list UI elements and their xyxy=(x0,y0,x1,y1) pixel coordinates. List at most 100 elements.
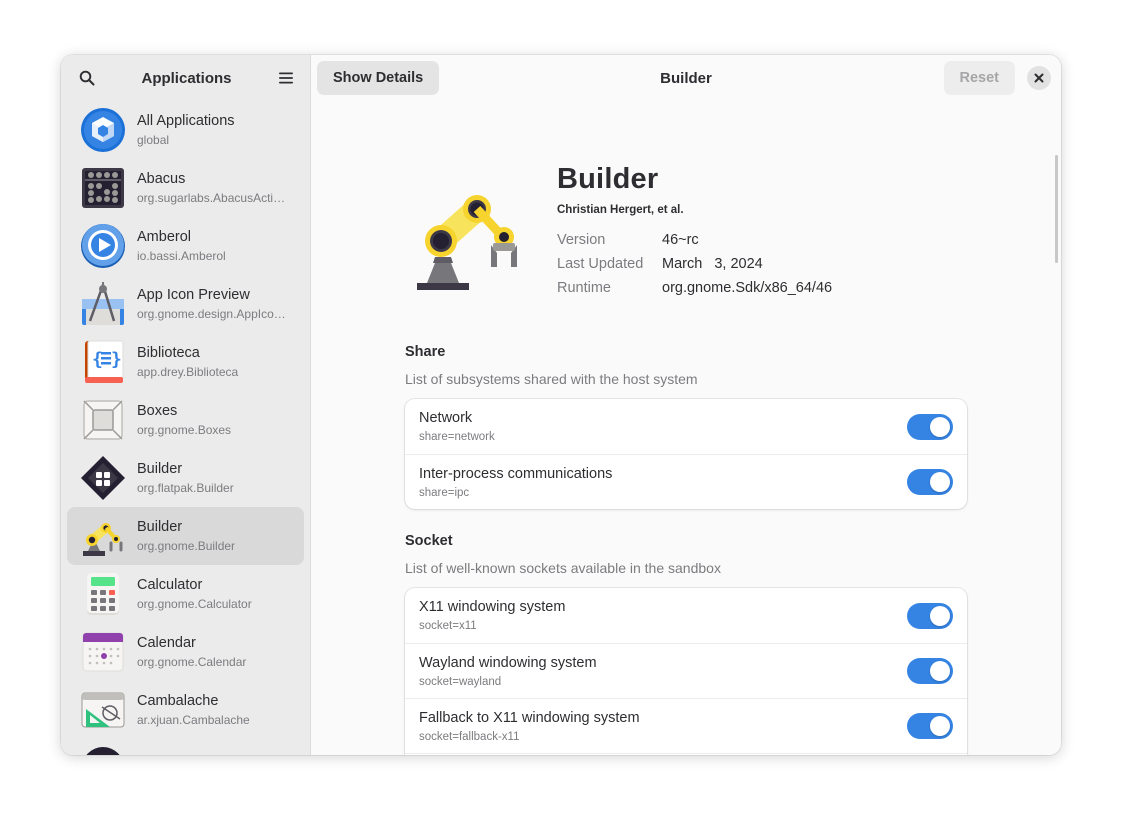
close-icon xyxy=(1034,73,1044,83)
network-toggle[interactable] xyxy=(907,413,953,440)
flatpak-builder-icon xyxy=(79,454,127,502)
amberol-icon xyxy=(79,222,127,270)
app-id: org.gnome.Boxes xyxy=(137,423,232,437)
metadata-value: 46~rc xyxy=(662,232,699,248)
app-row-calculator[interactable]: Calculator org.gnome.Calculator xyxy=(67,565,304,623)
gnome-builder-large-icon xyxy=(405,179,525,299)
sidebar-header: Applications xyxy=(61,55,310,101)
section-description: List of subsystems shared with the host … xyxy=(405,371,698,387)
app-row-gnome-builder[interactable]: Builder org.gnome.Builder xyxy=(67,507,304,565)
app-metadata: Version 46~rc Last Updated March 3, 2024… xyxy=(557,228,832,300)
app-summary: Builder Christian Hergert, et al. Versio… xyxy=(405,163,832,300)
section-title: Share xyxy=(405,344,446,360)
app-name: Abacus xyxy=(137,171,186,187)
ipc-toggle[interactable] xyxy=(907,469,953,495)
socket-section: Socket List of well-known sockets availa… xyxy=(405,533,967,755)
app-icon-preview-icon xyxy=(79,280,127,328)
app-window: Applications All Applications global Aba… xyxy=(61,55,1061,755)
row-subtitle: socket=wayland xyxy=(419,675,502,688)
main-pane: Show Details Builder Reset Builder Chris… xyxy=(311,55,1061,755)
app-row-amberol[interactable]: Amberol io.bassi.Amberol xyxy=(67,217,304,275)
main-menu-button[interactable] xyxy=(274,66,298,90)
app-name: Biblioteca xyxy=(137,345,200,361)
search-button[interactable] xyxy=(75,66,99,90)
app-name: Calendar xyxy=(137,635,196,651)
close-button[interactable] xyxy=(1027,66,1051,90)
section-title: Socket xyxy=(405,533,453,549)
row-title: X11 windowing system xyxy=(419,599,566,615)
app-row-partial[interactable] xyxy=(67,739,304,755)
app-id: app.drey.Biblioteca xyxy=(137,365,239,379)
permission-row-ipc: Inter-process communications share=ipc xyxy=(405,454,967,509)
app-name: Builder xyxy=(137,519,183,535)
app-id: org.gnome.Calendar xyxy=(137,655,247,669)
app-row-cambalache[interactable]: Cambalache ar.xjuan.Cambalache xyxy=(67,681,304,739)
sidebar: Applications All Applications global Aba… xyxy=(61,55,311,755)
app-row-boxes[interactable]: Boxes org.gnome.Boxes xyxy=(67,391,304,449)
app-id: org.gnome.Calculator xyxy=(137,597,252,611)
app-name: Cambalache xyxy=(137,693,219,709)
app-row-all-applications[interactable]: All Applications global xyxy=(67,101,304,159)
application-list: All Applications global Abacus org.sugar… xyxy=(61,101,310,755)
permission-row-fallback-x11: Fallback to X11 windowing system socket=… xyxy=(405,698,967,753)
app-name: Calculator xyxy=(137,577,203,593)
row-subtitle: share=ipc xyxy=(419,486,470,499)
app-row-abacus[interactable]: Abacus org.sugarlabs.AbacusActi… xyxy=(67,159,304,217)
row-title: Wayland windowing system xyxy=(419,654,597,671)
row-title: Network xyxy=(419,410,473,426)
metadata-value: org.gnome.Sdk/x86_64/46 xyxy=(662,280,833,296)
app-id: org.gnome.Builder xyxy=(137,539,236,553)
search-icon xyxy=(79,70,95,86)
app-id: org.gnome.design.AppIco… xyxy=(137,307,286,321)
app-row-biblioteca[interactable]: { } Biblioteca app.drey.Biblioteca xyxy=(67,333,304,391)
all-applications-icon xyxy=(79,106,127,154)
permission-row-wayland: Wayland windowing system socket=wayland xyxy=(405,643,967,698)
app-id: io.bassi.Amberol xyxy=(137,249,226,263)
row-subtitle: socket=fallback-x11 xyxy=(419,730,520,743)
scrollbar[interactable] xyxy=(1055,155,1058,263)
show-details-button[interactable]: Show Details xyxy=(317,61,440,95)
row-subtitle: socket=x11 xyxy=(419,620,477,632)
details-content[interactable]: Builder Christian Hergert, et al. Versio… xyxy=(311,101,1061,755)
permission-row-network: Network share=network xyxy=(405,399,967,454)
app-name: All Applications xyxy=(137,113,235,129)
wayland-toggle[interactable] xyxy=(907,658,953,684)
metadata-row: Runtime org.gnome.Sdk/x86_64/46 xyxy=(557,276,832,300)
app-id: org.sugarlabs.AbacusActi… xyxy=(137,191,286,205)
share-section: Share List of subsystems shared with the… xyxy=(405,344,967,509)
x11-toggle[interactable] xyxy=(907,602,953,629)
app-name: Amberol xyxy=(137,229,191,245)
app-title: Builder xyxy=(557,163,659,195)
app-developer: Christian Hergert, et al. xyxy=(557,204,684,216)
app-id: global xyxy=(137,133,170,147)
partial-app-icon xyxy=(79,744,127,755)
share-list: Network share=network Inter-process comm… xyxy=(405,399,967,509)
reset-button[interactable]: Reset xyxy=(943,61,1015,95)
app-row-flatpak-builder[interactable]: Builder org.flatpak.Builder xyxy=(67,449,304,507)
app-id: ar.xjuan.Cambalache xyxy=(137,713,250,727)
permission-row-partial xyxy=(405,753,967,755)
metadata-key: Version xyxy=(557,232,606,248)
hamburger-menu-icon xyxy=(278,72,293,84)
page-title: Builder xyxy=(660,69,712,87)
metadata-key: Last Updated xyxy=(557,256,644,272)
fallback-x11-toggle[interactable] xyxy=(907,713,953,739)
app-row-app-icon-preview[interactable]: App Icon Preview org.gnome.design.AppIco… xyxy=(67,275,304,333)
cambalache-icon xyxy=(79,686,127,734)
socket-list: X11 windowing system socket=x11 Wayland … xyxy=(405,588,967,755)
row-subtitle: share=network xyxy=(419,431,495,443)
abacus-icon xyxy=(79,164,127,212)
app-name: Builder xyxy=(137,461,183,477)
calculator-icon xyxy=(79,570,127,618)
metadata-value: March 3, 2024 xyxy=(662,256,763,272)
sidebar-title: Applications xyxy=(141,69,232,87)
metadata-row: Last Updated March 3, 2024 xyxy=(557,252,832,276)
app-row-calendar[interactable]: Calendar org.gnome.Calendar xyxy=(67,623,304,681)
app-name: App Icon Preview xyxy=(137,287,250,303)
metadata-row: Version 46~rc xyxy=(557,228,832,252)
gnome-builder-icon xyxy=(79,512,127,560)
main-header: Show Details Builder Reset xyxy=(311,55,1061,101)
permission-row-x11: X11 windowing system socket=x11 xyxy=(405,588,967,643)
metadata-key: Runtime xyxy=(557,280,611,296)
app-id: org.flatpak.Builder xyxy=(137,481,234,495)
